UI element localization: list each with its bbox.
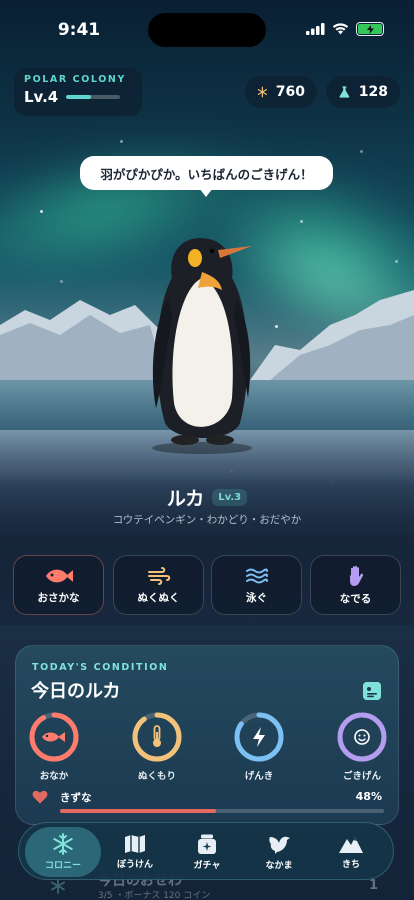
gift-icon	[198, 834, 216, 854]
penguin-character[interactable]	[140, 228, 270, 458]
fish-icon	[45, 569, 73, 582]
bond-label: きずな	[60, 792, 92, 804]
potion-count: 128	[358, 84, 388, 100]
snowflake-count: 760	[275, 84, 305, 100]
tab-gacha-label: ガチャ	[193, 861, 221, 871]
bird-icon	[269, 836, 290, 854]
energy-label: げんき	[244, 771, 274, 782]
mood-label: ごきげん	[342, 771, 381, 782]
mountain-icon	[339, 837, 363, 853]
tab-friends[interactable]: なかま	[241, 827, 317, 877]
tab-friends-label: なかま	[265, 861, 293, 871]
colony-xp-bar	[66, 95, 121, 99]
pet-description: コウテイペンギン・わかどり・おだやか	[112, 514, 302, 526]
colony-level: Lv.4	[24, 88, 59, 106]
daily-care-count: 1	[368, 878, 378, 893]
potion-currency[interactable]: 128	[326, 76, 400, 108]
energy-gauge: げんき	[232, 710, 286, 782]
hand-icon	[349, 565, 363, 586]
speech-bubble: 羽がぴかぴか。いちばんのごきげん！	[80, 156, 333, 190]
snowflake-icon	[53, 833, 73, 855]
pet-level-badge: Lv.3	[212, 489, 248, 506]
feed-fish-label: おさかな	[37, 591, 80, 604]
wind-icon	[147, 566, 170, 585]
snowflake-icon	[257, 86, 268, 98]
pet-name: ルカ	[166, 488, 205, 510]
snowflake-currency[interactable]: 760	[245, 76, 317, 108]
tab-colony-label: コロニー	[44, 861, 81, 871]
mood-gauge: ごきげん	[335, 710, 389, 782]
swim-label: 泳ぐ	[246, 591, 267, 604]
fish-icon	[42, 732, 65, 742]
snowflake-icon	[51, 878, 65, 894]
pet-button[interactable]: なでる	[310, 555, 401, 615]
daily-care-subtitle: 3/5 ・ボーナス 120 コイン	[98, 891, 211, 900]
smile-icon	[354, 729, 370, 745]
bolt-icon	[253, 727, 265, 747]
tab-base[interactable]: きち	[313, 827, 389, 877]
hunger-label: おなか	[39, 771, 69, 782]
speech-bubble-tail	[199, 188, 213, 197]
cellular-signal-icon	[306, 23, 325, 35]
warmth-gauge: ぬくもり	[130, 710, 184, 782]
journal-icon[interactable]	[363, 682, 381, 700]
condition-card: TODAY'S CONDITION 今日のルカ おなか ぬくもり げんき ごきげ…	[15, 645, 399, 825]
waves-icon	[245, 568, 268, 583]
tab-gacha[interactable]: ガチャ	[169, 827, 245, 877]
tab-base-label: きち	[341, 860, 360, 870]
condition-title: 今日のルカ	[31, 681, 121, 702]
condition-eyebrow: TODAY'S CONDITION	[32, 662, 169, 673]
tab-adventure[interactable]: ぼうけん	[97, 827, 173, 877]
swim-button[interactable]: 泳ぐ	[211, 555, 302, 615]
tab-bar: コロニー ぼうけん ガチャ なかま きち	[18, 822, 394, 880]
bond-percent: 48%	[355, 790, 382, 803]
flask-icon	[339, 86, 350, 98]
map-icon	[125, 835, 145, 853]
colony-level-card[interactable]: POLAR COLONY Lv.4	[14, 68, 142, 116]
battery-icon	[356, 22, 384, 36]
heart-icon	[32, 790, 48, 804]
wifi-icon	[332, 23, 349, 35]
warm-up-button[interactable]: ぬくぬく	[113, 555, 204, 615]
warm-up-label: ぬくぬく	[137, 591, 180, 604]
warmth-label: ぬくもり	[137, 771, 176, 782]
bond-progress-bar	[60, 809, 384, 813]
status-time: 9:41	[57, 20, 101, 40]
feed-fish-button[interactable]: おさかな	[13, 555, 104, 615]
tab-adventure-label: ぼうけん	[116, 860, 153, 870]
colony-label: POLAR COLONY	[24, 74, 126, 85]
pet-label: なでる	[339, 592, 372, 605]
dynamic-island	[148, 13, 266, 47]
status-bar: 9:41	[0, 0, 414, 58]
hunger-gauge: おなか	[27, 710, 81, 782]
tab-colony[interactable]: コロニー	[25, 827, 101, 877]
thermometer-icon	[153, 725, 161, 747]
